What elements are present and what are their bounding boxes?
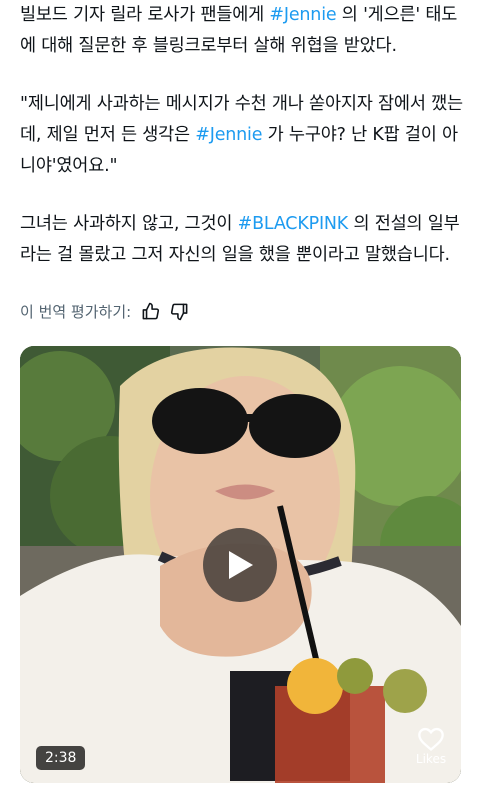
hashtag-link[interactable]: #Jennie <box>195 125 262 145</box>
thumbs-up-icon[interactable] <box>141 302 160 321</box>
post-paragraph-3: 그녀는 사과하지 않고, 그것이 #BLACKPINK 의 전설의 일부라는 걸… <box>20 209 466 271</box>
heart-icon <box>418 727 444 752</box>
hashtag-link[interactable]: #Jennie <box>269 5 336 25</box>
post-paragraph-1: 빌보드 기자 릴라 로사가 팬들에게 #Jennie 의 '게으른' 태도에 대… <box>20 0 466 62</box>
post-paragraph-2: "제니에게 사과하는 메시지가 수천 개나 쏟아지자 잠에서 깼는데, 제일 먼… <box>20 89 466 182</box>
post-text: 빌보드 기자 릴라 로사가 팬들에게 #Jennie 의 '게으른' 태도에 대… <box>20 0 466 271</box>
video-duration: 2:38 <box>36 746 86 770</box>
post-text-segment: 빌보드 기자 릴라 로사가 팬들에게 <box>20 5 270 25</box>
hashtag-link[interactable]: #BLACKPINK <box>238 214 349 234</box>
likes-button[interactable]: Likes <box>408 726 454 766</box>
rate-translation: 이 번역 평가하기: <box>20 301 189 322</box>
post-text-segment: 그녀는 사과하지 않고, 그것이 <box>20 214 238 234</box>
likes-label: Likes <box>415 752 447 766</box>
play-icon <box>229 551 253 579</box>
rate-translation-label: 이 번역 평가하기: <box>20 303 132 321</box>
play-button[interactable] <box>203 528 277 602</box>
video-player[interactable]: 2:38 Likes <box>20 346 461 783</box>
thumbs-down-icon[interactable] <box>170 302 189 321</box>
